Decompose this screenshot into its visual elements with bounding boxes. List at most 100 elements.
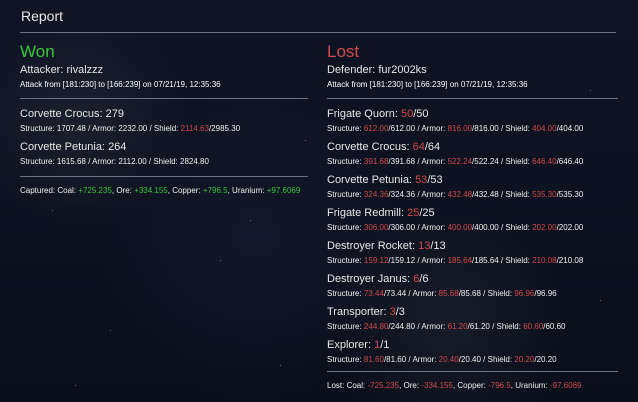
divider xyxy=(327,98,618,99)
structure-lost-value: 324.36 xyxy=(363,190,389,199)
armor-lost-value: 432.48 xyxy=(447,190,473,199)
ship-total-count: /53 xyxy=(427,174,443,186)
structure-label: Structure: xyxy=(327,256,362,265)
ship-name-line: Frigate Redmill: 25/25 xyxy=(327,206,618,220)
attack-info: Attack from [181:230] to [166:239] on 07… xyxy=(327,80,528,89)
ship-entry: Frigate Redmill: 25/25 Structure: 306.00/… xyxy=(327,206,618,234)
shield-label: Shield: xyxy=(505,190,530,199)
shield-lost-value: 202.00 xyxy=(532,223,557,232)
structure-label: Structure: xyxy=(327,157,362,166)
ore-label: Ore: xyxy=(116,186,132,195)
ship-name: Corvette Petunia: xyxy=(327,174,412,186)
uranium-label: Uranium: xyxy=(232,186,265,195)
ship-name-line: Corvette Crocus: 279 xyxy=(20,107,308,121)
shield-value: 2824.80 xyxy=(180,157,209,166)
structure-lost-value: 73.44 xyxy=(363,289,384,298)
armor-label: Armor: xyxy=(92,157,117,166)
shield-total-value: /96.96 xyxy=(534,289,557,298)
shield-label: Shield: xyxy=(487,355,513,364)
armor-lost-value: 20.40 xyxy=(438,355,459,364)
shield-label: Shield: xyxy=(153,124,179,133)
ship-entry: Destroyer Janus: 6/6 Structure: 73.44/73.… xyxy=(327,272,618,300)
ship-total-count: /64 xyxy=(424,141,441,153)
attacker-name: rivalzzz xyxy=(66,64,104,76)
ship-stats: Structure: 73.44/73.44 / Armor: 85.68/85… xyxy=(327,288,618,300)
uranium-value: -97.6069 xyxy=(549,381,582,390)
ship-name: Corvette Crocus: xyxy=(20,108,103,120)
structure-total-value: /159.12 xyxy=(388,256,416,265)
captured-resources: Captured: Coal: +725.235, Ore: +334.155,… xyxy=(20,186,301,195)
divider xyxy=(20,98,308,99)
armor-label: Armor: xyxy=(412,289,437,298)
armor-lost-value: 522.24 xyxy=(447,157,473,166)
page-title: Report xyxy=(21,8,64,24)
shield-label: Shield: xyxy=(505,157,530,166)
structure-total-value: /81.60 xyxy=(383,355,407,364)
structure-label: Structure: xyxy=(327,322,362,331)
armor-label: Armor: xyxy=(421,124,446,133)
shield-label: Shield: xyxy=(487,289,513,298)
structure-label: Structure: xyxy=(327,190,362,199)
ship-name: Frigate Redmill: xyxy=(327,207,405,219)
structure-label: Structure: xyxy=(20,124,55,133)
shield-lost-value: 404.00 xyxy=(532,124,557,133)
armor-label: Armor: xyxy=(421,223,446,232)
divider xyxy=(327,371,618,372)
ship-entry: Destroyer Rocket: 13/13 Structure: 159.12… xyxy=(327,239,618,267)
ship-name-line: Corvette Petunia: 264 xyxy=(20,140,308,154)
armor-total-value: /522.24 xyxy=(472,157,499,166)
shield-total-value: /535.30 xyxy=(556,190,584,199)
armor-value: 2112.00 xyxy=(118,157,147,166)
armor-total-value: /432.48 xyxy=(472,190,499,199)
ship-entry: Frigate Quorn: 50/50 Structure: 612.00/61… xyxy=(327,107,618,135)
structure-total-value: /244.80 xyxy=(388,322,416,331)
stat-separator: / xyxy=(147,124,154,133)
shield-total-value: /210.08 xyxy=(556,256,584,265)
ship-stats: Structure: 1707.48 / Armor: 2232.00 / Sh… xyxy=(20,123,308,135)
lost-resources: Lost: Coal: -725.235, Ore: -334.155, Cop… xyxy=(327,381,582,390)
coal-label: Coal: xyxy=(346,381,366,390)
ship-total-count: /50 xyxy=(413,108,429,120)
shield-current-value: 2114.63 xyxy=(180,124,209,133)
ship-name-line: Corvette Crocus: 64/64 xyxy=(327,140,618,154)
ship-stats: Structure: 612.00/612.00 / Armor: 816.00… xyxy=(327,123,618,135)
divider xyxy=(20,176,308,177)
armor-value: 2232.00 xyxy=(118,124,148,133)
shield-total-value: /202.00 xyxy=(556,223,584,232)
ship-entry: Explorer: 1/1 Structure: 81.60/81.60 / Ar… xyxy=(327,338,618,366)
shield-max-value: /2985.30 xyxy=(208,124,241,133)
structure-label: Structure: xyxy=(327,355,362,364)
armor-total-value: /816.00 xyxy=(472,124,499,133)
armor-total-value: /61.20 xyxy=(467,322,490,331)
ship-name: Corvette Crocus: xyxy=(327,141,410,153)
structure-total-value: /324.36 xyxy=(388,190,416,199)
structure-label: Structure: xyxy=(327,223,362,232)
defender-label: Defender: xyxy=(327,64,376,76)
shield-label: Shield: xyxy=(505,124,530,133)
ship-name: Corvette Petunia: xyxy=(20,141,105,153)
coal-label: Coal: xyxy=(57,186,77,195)
armor-total-value: /20.40 xyxy=(458,355,481,364)
ship-stats: Structure: 324.36/324.36 / Armor: 432.48… xyxy=(327,189,618,201)
ship-name: Explorer: xyxy=(327,339,372,351)
ship-name-line: Frigate Quorn: 50/50 xyxy=(327,107,618,121)
shield-label: Shield: xyxy=(505,256,530,265)
shield-total-value: /20.20 xyxy=(534,355,557,364)
armor-lost-value: 185.64 xyxy=(447,256,473,265)
defender-name: fur2002ks xyxy=(378,64,427,76)
ship-name-line: Corvette Petunia: 53/53 xyxy=(327,173,618,187)
ship-lost-count: 13 xyxy=(418,240,431,252)
ship-stats: Structure: 1615.68 / Armor: 2112.00 / Sh… xyxy=(20,156,308,168)
stat-separator: / xyxy=(480,355,488,364)
structure-value: 1707.48 xyxy=(56,124,86,133)
structure-total-value: /391.68 xyxy=(388,157,416,166)
uranium-value: +97.6069 xyxy=(266,186,301,195)
ship-entry: Corvette Petunia: 53/53 Structure: 324.36… xyxy=(327,173,618,201)
armor-label: Armor: xyxy=(421,256,446,265)
ship-stats: Structure: 159.12/159.12 / Armor: 185.64… xyxy=(327,255,618,267)
attacker-label: Attacker: xyxy=(20,64,64,76)
captured-label: Captured: xyxy=(20,186,56,195)
ship-name: Destroyer Rocket: xyxy=(327,240,416,252)
lost-label: Lost: xyxy=(327,381,345,390)
armor-lost-value: 85.68 xyxy=(438,289,459,298)
